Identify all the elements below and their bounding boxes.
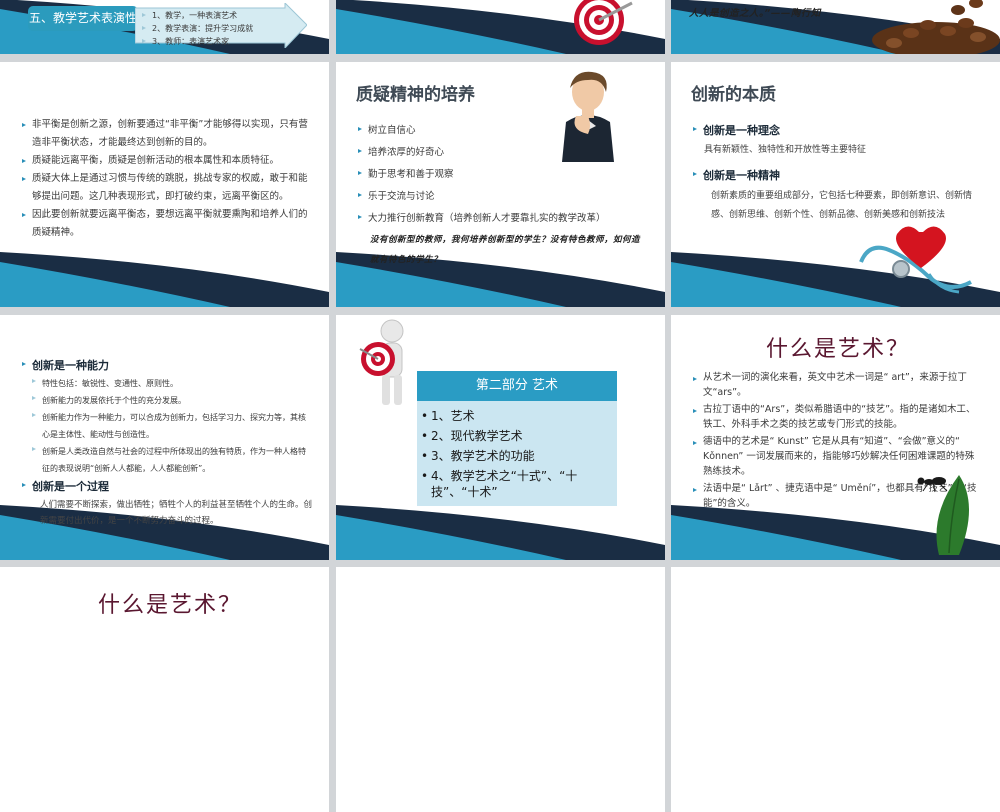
nonbalance-bullet-list: 非平衡是创新之源，创新要通过“非平衡”才能够得以实现，只有营造非平衡状态，才能最…: [22, 116, 312, 242]
essence-desc-1: 具有新颖性、独特性和开放性等主要特征: [704, 145, 867, 155]
list-item: 创新能力作为一种能力，可以合成为创新力，包括学习力、探究力等，其核心是主体性、能…: [32, 409, 312, 443]
ability-point-1: 创新是一种能力: [22, 357, 109, 373]
list-item: 古拉丁语中的“Ars”，类似希腊语中的“技艺”。指的是诸如木工、铁工、外科手术之…: [693, 402, 983, 432]
slide-what-is-art[interactable]: 什么是艺术？ 从艺术一词的演化来看，英文中艺术一词是“ art”，来源于拉丁文“…: [671, 315, 1000, 560]
slide-teaching-performance[interactable]: 五、教学艺术表演性 1、教学，一种表演艺术 2、教学表演：提升学习成就 3、教师…: [0, 0, 329, 54]
slide-wave-decoration: [0, 252, 329, 307]
ability-desc-2: 人们需要不断探索，做出牺牲；牺牲个人的利益甚至牺牲个人的生命。创新需要付出代价，…: [40, 500, 313, 526]
slide-nonbalance[interactable]: 非平衡是创新之源，创新要通过“非平衡”才能够得以实现，只有营造非平衡状态，才能最…: [0, 62, 329, 307]
essence-point-2: 创新是一种精神: [693, 167, 780, 183]
quote-text: 人人是创造之人。”——陶行知: [689, 8, 821, 19]
slide-target-image[interactable]: [336, 0, 665, 54]
list-item: 特性包括：敏锐性、变通性、原则性。: [32, 375, 312, 392]
list-item: 乐于交流与讨论: [358, 186, 658, 208]
slide-title: 创新的本质: [691, 85, 776, 105]
list-item: 勤于思考和善于观察: [358, 164, 658, 186]
list-item: 3、教师：表演艺术家: [142, 35, 253, 48]
slide-innovation-ability[interactable]: 创新是一种能力 特性包括：敏锐性、变通性、原则性。 创新能力的发展依托于个性的充…: [0, 315, 329, 560]
list-item: 创新是人类改造自然与社会的过程中所体现出的独有特质，作为一种人格特征的表现说明“…: [32, 443, 312, 477]
slide-wave-decoration: [336, 505, 665, 560]
ability-point-2: 创新是一个过程: [22, 478, 109, 494]
essence-desc-2: 创新素质的重要组成部分，它包括七种要素，即创新意识、创新情感、创新思维、创新个性…: [711, 191, 973, 220]
part-two-content-box: 1、艺术 2、现代教学艺术 3、教学艺术的功能 4、教学艺术之“十式”、“十技”…: [417, 401, 617, 506]
slide-quote[interactable]: 人人是创造之人。”——陶行知: [671, 0, 1000, 54]
list-item: 1、艺术: [417, 406, 617, 426]
list-item: 从艺术一词的演化来看，英文中艺术一词是“ art”，来源于拉丁文“ars”。: [693, 370, 983, 400]
list-item: 4、教学艺术之“十式”、“十技”、“十术”: [417, 468, 617, 500]
slide-title: 什么是艺术？: [98, 593, 243, 618]
slide-blank-2[interactable]: [671, 567, 1000, 812]
slide-title: 质疑精神的培养: [356, 85, 475, 105]
ant-on-leaf-image: [917, 475, 969, 555]
part-two-header: 第二部分 艺术: [417, 371, 617, 401]
slide-part-two-art[interactable]: 第二部分 艺术 1、艺术 2、现代教学艺术 3、教学艺术的功能 4、教学艺术之“…: [336, 315, 665, 560]
list-item: 2、现代教学艺术: [417, 426, 617, 446]
ability-item-list: 特性包括：敏锐性、变通性、原则性。 创新能力的发展依托于个性的充分发展。 创新能…: [32, 375, 312, 477]
list-item: 质疑能远离平衡，质疑是创新活动的根本属性和本质特征。: [22, 152, 312, 170]
target-icon: [574, 0, 633, 45]
part-two-item-list: 1、艺术 2、现代教学艺术 3、教学艺术的功能 4、教学艺术之“十式”、“十技”…: [417, 401, 617, 500]
list-item: 3、教学艺术的功能: [417, 446, 617, 466]
thinking-man-image: [562, 71, 614, 162]
question-note: 没有创新型的教师，我何培养创新型的学生？没有特色教师，如何造就有特色的学生？: [370, 235, 641, 265]
section-item-list: 1、教学，一种表演艺术 2、教学表演：提升学习成就 3、教师：表演艺术家: [142, 9, 253, 48]
slide-section-title: 五、教学艺术表演性: [28, 6, 138, 31]
slide-blank-1[interactable]: [336, 567, 665, 812]
list-item: 质疑大体上是通过习惯与传统的跳脱，挑战专家的权威，敢于和能够提出问题。这几种表现…: [22, 170, 312, 206]
slide-title: 什么是艺术？: [766, 337, 911, 362]
slide-what-is-art-2[interactable]: 什么是艺术？: [0, 567, 329, 812]
list-item: 非平衡是创新之源，创新要通过“非平衡”才能够得以实现，只有营造非平衡状态，才能最…: [22, 116, 312, 152]
list-item: 2、教学表演：提升学习成就: [142, 22, 253, 35]
list-item: 创新能力的发展依托于个性的充分发展。: [32, 392, 312, 409]
list-item: 1、教学，一种表演艺术: [142, 9, 253, 22]
slide-question-spirit[interactable]: 质疑精神的培养 树立自信心 培养浓厚的好奇心 勤于思考和善于观察 乐于交流与讨论…: [336, 62, 665, 307]
heart-stethoscope-image: [859, 226, 972, 294]
coffee-beans-image: [872, 0, 1000, 54]
list-item: 因此要创新就要远离平衡态，要想远离平衡就要熏陶和培养人们的质疑精神。: [22, 206, 312, 242]
essence-point-1: 创新是一种理念: [693, 122, 780, 138]
figure-target-image: [359, 319, 404, 405]
slide-innovation-essence[interactable]: 创新的本质 创新是一种理念 具有新颖性、独特性和开放性等主要特征 创新是一种精神…: [671, 62, 1000, 307]
list-item: 大力推行创新教育（培养创新人才要靠扎实的教学改革）: [358, 208, 658, 230]
